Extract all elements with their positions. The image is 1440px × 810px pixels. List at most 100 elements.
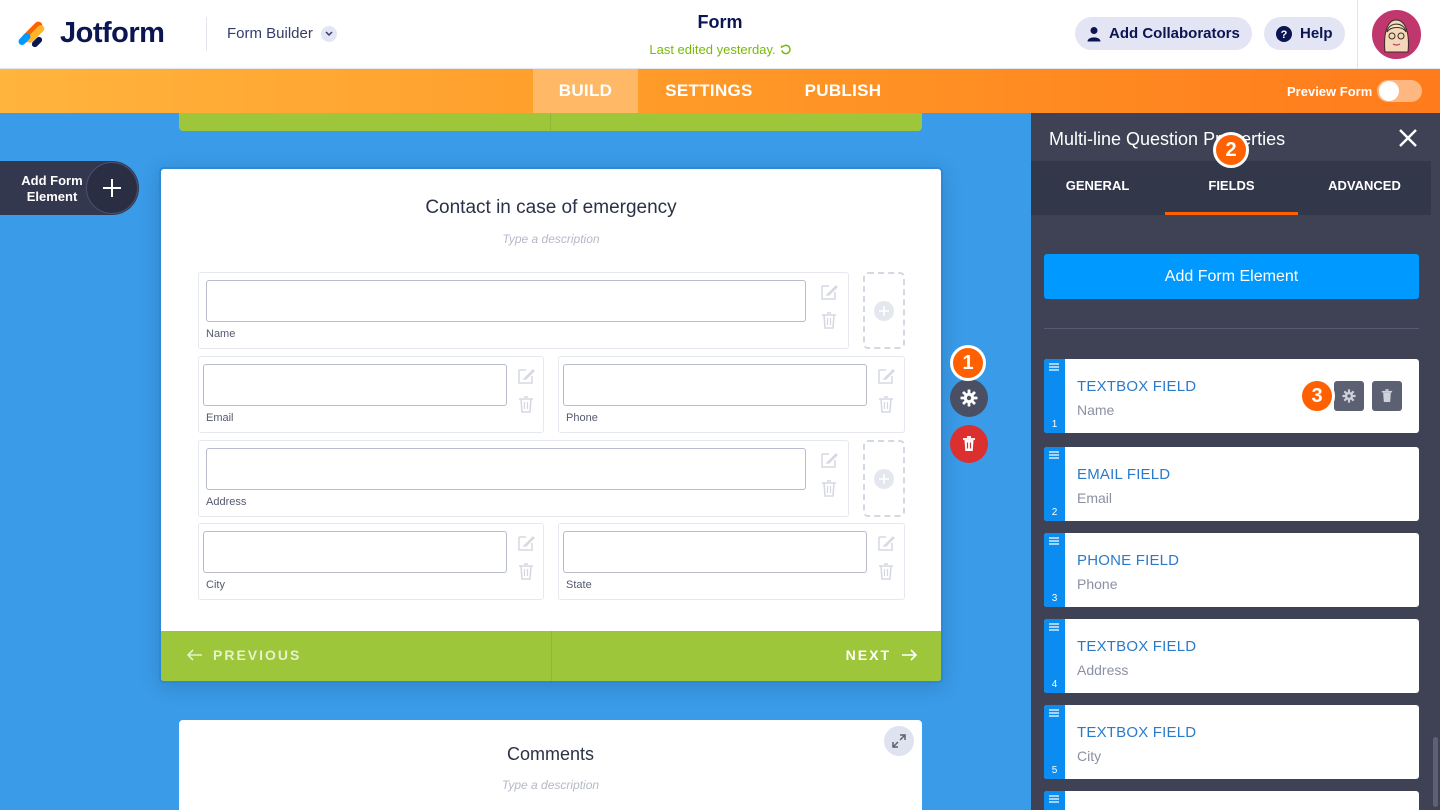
plus-circle-icon xyxy=(874,468,894,489)
panel-scrollbar[interactable] xyxy=(1431,113,1440,810)
drag-handle-icon xyxy=(1049,363,1059,371)
field-list-item[interactable]: 2 EMAIL FIELD Email xyxy=(1044,447,1419,521)
add-field-slot[interactable] xyxy=(863,272,905,349)
field-name: Phone xyxy=(1077,576,1118,592)
last-edited-text: Last edited yesterday. xyxy=(649,42,776,57)
trash-icon[interactable] xyxy=(877,395,895,413)
add-collaborators-button[interactable]: Add Collaborators xyxy=(1075,17,1252,50)
step-badge: 1 xyxy=(950,345,986,381)
comments-card[interactable]: Comments Type a description xyxy=(179,720,922,810)
state-label: State xyxy=(566,579,592,591)
add-field-slot[interactable] xyxy=(863,440,905,517)
drag-handle[interactable]: 5 xyxy=(1044,705,1065,779)
step-badge: 3 xyxy=(1299,378,1335,414)
email-field[interactable]: Email xyxy=(198,356,544,433)
form-builder-dropdown[interactable]: Form Builder xyxy=(227,25,337,42)
name-input[interactable] xyxy=(206,280,806,322)
field-properties-button[interactable] xyxy=(950,379,988,417)
name-label: Name xyxy=(206,328,236,340)
expand-icon xyxy=(892,734,906,748)
edit-icon[interactable] xyxy=(877,367,895,385)
expand-button[interactable] xyxy=(884,726,914,756)
help-label: Help xyxy=(1300,25,1333,42)
comments-description[interactable]: Type a description xyxy=(179,778,922,792)
field-number: 1 xyxy=(1051,419,1058,430)
tab-general[interactable]: GENERAL xyxy=(1031,161,1164,215)
address-input[interactable] xyxy=(206,448,806,490)
field-list-item[interactable] xyxy=(1044,791,1419,810)
drag-handle[interactable] xyxy=(1044,791,1065,810)
field-list-item[interactable]: 5 TEXTBOX FIELD City xyxy=(1044,705,1419,779)
drag-handle[interactable]: 4 xyxy=(1044,619,1065,693)
close-icon[interactable] xyxy=(1396,126,1420,150)
edit-icon[interactable] xyxy=(517,534,535,552)
field-name: City xyxy=(1077,748,1102,764)
phone-input[interactable] xyxy=(563,364,867,406)
edit-icon[interactable] xyxy=(820,451,838,469)
state-field[interactable]: State xyxy=(558,523,905,600)
city-input[interactable] xyxy=(203,531,507,573)
panel-add-form-element-button[interactable]: Add Form Element xyxy=(1044,254,1419,299)
jotform-logo-icon xyxy=(18,21,45,47)
email-input[interactable] xyxy=(203,364,507,406)
step-badge: 2 xyxy=(1213,132,1249,168)
address-field[interactable]: Address xyxy=(198,440,849,517)
city-label: City xyxy=(206,579,225,591)
jotform-logo[interactable]: Jotform xyxy=(18,17,165,50)
field-type: TEXTBOX FIELD xyxy=(1077,724,1197,741)
previous-label: PREVIOUS xyxy=(213,647,302,663)
field-number: 4 xyxy=(1051,679,1058,690)
trash-icon[interactable] xyxy=(877,562,895,580)
next-button[interactable]: NEXT xyxy=(846,647,917,663)
drag-handle[interactable]: 1 xyxy=(1044,359,1065,433)
phone-field[interactable]: Phone xyxy=(558,356,905,433)
field-delete-button[interactable] xyxy=(1372,381,1402,411)
field-type: TEXTBOX FIELD xyxy=(1077,638,1197,655)
tab-publish[interactable]: PUBLISH xyxy=(790,69,896,113)
form-title[interactable]: Form xyxy=(620,12,820,33)
card-title[interactable]: Contact in case of emergency xyxy=(161,197,941,219)
header-divider xyxy=(206,17,207,51)
field-list-item[interactable]: 1 TEXTBOX FIELD Name xyxy=(1044,359,1419,433)
edit-icon[interactable] xyxy=(877,534,895,552)
tab-build[interactable]: BUILD xyxy=(533,69,638,113)
preview-form-label: Preview Form xyxy=(1287,84,1373,99)
trash-icon[interactable] xyxy=(820,311,838,329)
city-field[interactable]: City xyxy=(198,523,544,600)
help-button[interactable]: ? Help xyxy=(1264,17,1345,50)
user-avatar[interactable] xyxy=(1372,10,1421,59)
emergency-contact-card[interactable]: Contact in case of emergency Type a desc… xyxy=(159,167,943,683)
drag-handle[interactable]: 2 xyxy=(1044,447,1065,521)
add-form-element-button[interactable]: Add Form Element xyxy=(0,161,139,215)
previous-button[interactable]: PREVIOUS xyxy=(187,647,301,663)
edit-icon[interactable] xyxy=(517,367,535,385)
scroll-thumb[interactable] xyxy=(1433,737,1438,807)
comments-title[interactable]: Comments xyxy=(179,744,922,765)
tab-settings[interactable]: SETTINGS xyxy=(650,69,768,113)
state-input[interactable] xyxy=(563,531,867,573)
trash-icon xyxy=(963,436,975,451)
svg-text:?: ? xyxy=(1281,29,1288,41)
field-list-item[interactable]: 4 TEXTBOX FIELD Address xyxy=(1044,619,1419,693)
arrow-right-icon xyxy=(902,649,917,661)
field-list-item[interactable]: 3 PHONE FIELD Phone xyxy=(1044,533,1419,607)
card-description[interactable]: Type a description xyxy=(161,232,941,246)
trash-icon[interactable] xyxy=(820,479,838,497)
tab-advanced[interactable]: ADVANCED xyxy=(1298,161,1431,215)
edit-icon[interactable] xyxy=(820,283,838,301)
revert-icon[interactable] xyxy=(780,44,791,55)
preview-form-toggle[interactable] xyxy=(1377,80,1422,102)
brand-name: Jotform xyxy=(60,17,165,49)
tab-fields[interactable]: FIELDS xyxy=(1165,161,1298,215)
drag-handle-icon xyxy=(1049,451,1059,459)
drag-handle[interactable]: 3 xyxy=(1044,533,1065,607)
trash-icon[interactable] xyxy=(517,395,535,413)
plus-circle-icon xyxy=(874,300,894,321)
trash-icon[interactable] xyxy=(517,562,535,580)
field-type: EMAIL FIELD xyxy=(1077,466,1171,483)
field-settings-button[interactable] xyxy=(1334,381,1364,411)
trash-icon xyxy=(1381,389,1393,402)
name-field[interactable]: Name xyxy=(198,272,849,349)
delete-field-button[interactable] xyxy=(950,425,988,463)
question-icon: ? xyxy=(1276,25,1292,42)
